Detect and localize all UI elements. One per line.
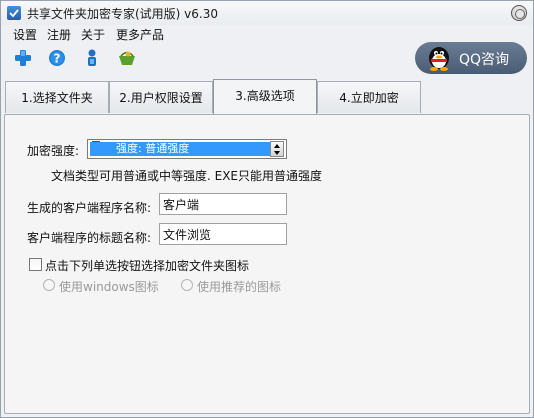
icon-select-checkbox[interactable] bbox=[29, 258, 42, 271]
strength-selected-value: 强度: 普通强度 bbox=[90, 142, 270, 156]
strength-label: 加密强度: bbox=[27, 144, 80, 158]
basket-icon[interactable] bbox=[117, 48, 137, 68]
app-shield-icon bbox=[7, 6, 21, 20]
radio-windows-label[interactable]: 使用windows图标 bbox=[59, 278, 159, 295]
window-title: 共享文件夹加密专家(试用版) v6.30 bbox=[27, 7, 218, 21]
spin-arrows-icon[interactable] bbox=[270, 141, 284, 157]
main-window: 共享文件夹加密专家(试用版) v6.30 设置 注册 关于 更多产品 ? QQ咨… bbox=[0, 0, 534, 418]
menu-about[interactable]: 关于 bbox=[81, 26, 105, 43]
strength-select[interactable]: 强度: 普通强度 bbox=[87, 139, 287, 159]
tab-select-folder[interactable]: 1.选择文件夹 bbox=[5, 81, 109, 113]
menu-register[interactable]: 注册 bbox=[47, 26, 71, 43]
client-name-input[interactable] bbox=[159, 193, 287, 215]
client-name-label: 生成的客户端程序名称: bbox=[27, 201, 152, 215]
qq-consult-button[interactable]: QQ咨询 bbox=[415, 42, 527, 74]
radio-recommended-label[interactable]: 使用推荐的图标 bbox=[197, 278, 281, 295]
menu-settings[interactable]: 设置 bbox=[13, 26, 37, 43]
client-title-input[interactable] bbox=[159, 223, 287, 245]
client-title-label: 客户端程序的标题名称: bbox=[27, 231, 152, 245]
radio-recommended-icon[interactable] bbox=[181, 279, 193, 291]
svg-text:?: ? bbox=[54, 52, 61, 66]
tab-encrypt-now[interactable]: 4.立即加密 bbox=[317, 81, 421, 113]
strength-note: 文档类型可用普通或中等强度. EXE只能用普通强度 bbox=[51, 169, 323, 183]
qq-consult-label: QQ咨询 bbox=[459, 52, 510, 68]
add-icon[interactable] bbox=[13, 48, 33, 68]
menu-more-products[interactable]: 更多产品 bbox=[116, 26, 164, 43]
close-button[interactable] bbox=[511, 5, 527, 21]
title-bar[interactable]: 共享文件夹加密专家(试用版) v6.30 bbox=[1, 1, 533, 25]
radio-windows-icon[interactable] bbox=[43, 279, 55, 291]
user-icon[interactable] bbox=[82, 48, 102, 68]
tab-advanced-options[interactable]: 3.高级选项 bbox=[213, 79, 317, 114]
help-icon[interactable]: ? bbox=[47, 48, 67, 68]
qq-penguin-icon bbox=[425, 45, 453, 75]
icon-select-checkbox-label[interactable]: 点击下列单选按钮选择加密文件夹图标 bbox=[45, 257, 249, 274]
tab-user-permissions[interactable]: 2.用户权限设置 bbox=[109, 81, 213, 113]
